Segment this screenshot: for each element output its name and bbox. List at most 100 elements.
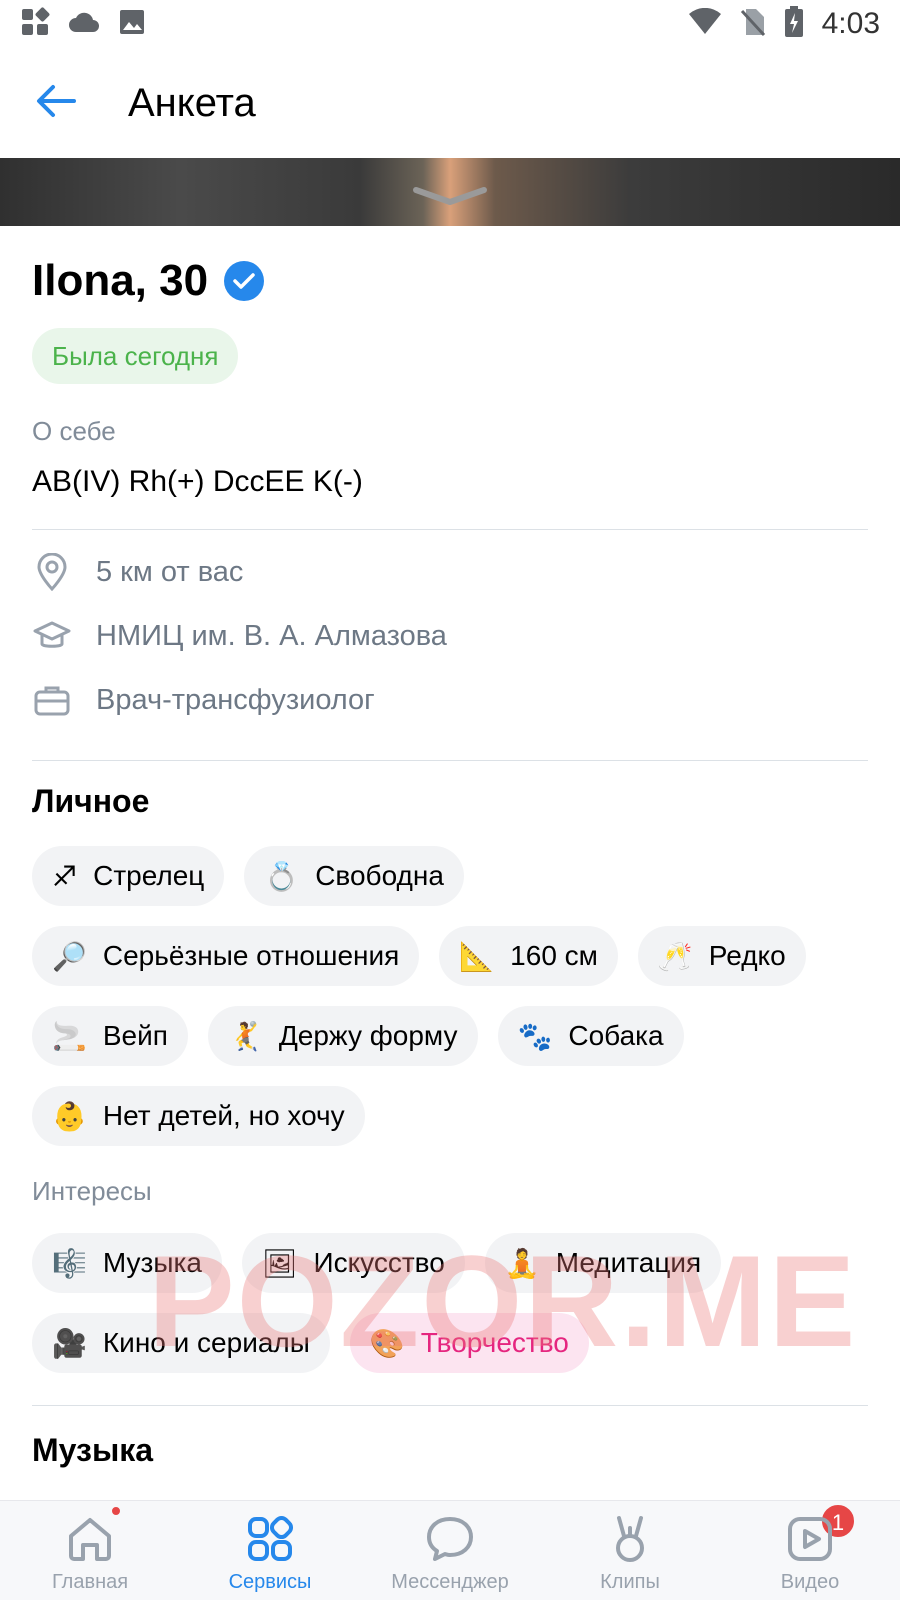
chip-interest-creativity[interactable]: 🎨 Творчество [349, 1313, 589, 1373]
home-icon [64, 1513, 116, 1565]
video-icon [784, 1513, 836, 1565]
divider [32, 1405, 868, 1406]
location-pin-icon [32, 552, 72, 592]
chip-label: Медитация [555, 1247, 702, 1278]
ring-icon: 💍 [264, 859, 300, 893]
nav-clips-label: Клипы [600, 1571, 660, 1593]
sport-icon: 🤾 [227, 1019, 263, 1053]
ruler-icon: 📐 [459, 939, 495, 973]
bottom-navigation: Главная Сервисы Мессенджер 1 Клипы Видео [0, 1500, 900, 1600]
status-bar-right-icons: 4:03 [688, 5, 880, 43]
chip-relationship-status[interactable]: 💍 Свободна [244, 846, 464, 906]
chip-label: Искусство [313, 1247, 445, 1278]
chip-children[interactable]: 👶 Нет детей, но хочу [32, 1086, 365, 1146]
briefcase-icon [32, 680, 72, 720]
services-grid-icon [244, 1513, 296, 1565]
chip-label: Держу форму [278, 1020, 458, 1051]
divider [32, 529, 868, 530]
baby-icon: 👶 [52, 1099, 87, 1133]
meditation-icon: 🧘 [504, 1246, 540, 1280]
chip-label: Серьёзные отношения [102, 940, 400, 971]
image-icon [118, 8, 146, 41]
chip-label: Собака [568, 1020, 664, 1051]
nav-home-label: Главная [51, 1571, 129, 1593]
clips-icon [604, 1513, 656, 1565]
picture-icon: 🖼 [261, 1246, 298, 1280]
nav-video-label: Видео [780, 1571, 840, 1593]
chip-interest-movies[interactable]: 🎥 Кино и сериалы [32, 1313, 330, 1373]
chip-looking-for[interactable]: 🔎 Серьёзные отношения [32, 926, 420, 986]
paw-icon: 🐾 [517, 1019, 553, 1053]
chat-bubble-icon [424, 1513, 476, 1565]
info-job: Врач-трансфузиолог [32, 668, 868, 732]
back-arrow-icon [36, 84, 76, 123]
profile-name: Ilona, 30 [32, 256, 209, 305]
chip-zodiac[interactable]: ♐ Стрелец [32, 846, 225, 906]
chevron-down-icon[interactable] [410, 184, 490, 213]
divider [32, 760, 868, 761]
chip-label: Свободна [315, 860, 444, 891]
chip-interest-art[interactable]: 🖼 Искусство [241, 1233, 465, 1293]
clock: 4:03 [821, 7, 880, 40]
chip-label: Музыка [102, 1247, 202, 1278]
education-text: НМИЦ им. В. А. Алмазова [96, 619, 447, 652]
nav-clips[interactable]: Клипы [540, 1501, 720, 1600]
info-distance: 5 км от вас [32, 540, 868, 604]
personal-chips: ♐ Стрелец 💍 Свободна 🔎 Серьёзные отношения … [32, 846, 868, 1146]
chip-sport[interactable]: 🤾 Держу форму [207, 1006, 478, 1066]
palette-icon: 🎨 [369, 1326, 405, 1360]
chip-label: Нет детей, но хочу [102, 1100, 345, 1131]
app-header: Анкета [0, 48, 900, 158]
chip-label: Творчество [420, 1327, 569, 1358]
apps-icon [20, 7, 50, 42]
info-list: 5 км от вас НМИЦ им. В. А. Алмазова Врач… [32, 540, 868, 732]
no-sim-icon [740, 7, 766, 42]
online-status-badge: Была сегодня [32, 328, 239, 384]
profile-content: Ilona, 30 Была сегодня О себе AB(IV) Rh(… [0, 226, 900, 1469]
nav-services[interactable]: Сервисы [180, 1501, 360, 1600]
chip-label: Стрелец [93, 860, 205, 891]
chip-label: Вейп [102, 1020, 168, 1051]
personal-section-title: Личное [32, 783, 150, 819]
notification-dot [110, 1505, 122, 1517]
chip-label: Редко [708, 940, 786, 971]
glasses-icon: 🥂 [657, 939, 693, 973]
movie-camera-icon: 🎥 [52, 1326, 87, 1360]
nav-services-label: Сервисы [228, 1571, 312, 1593]
job-text: Врач-трансфузиолог [96, 683, 375, 716]
page-title: Анкета [128, 80, 256, 125]
cigarette-icon: 🚬 [52, 1019, 87, 1053]
chip-pets[interactable]: 🐾 Собака [497, 1006, 684, 1066]
cloud-icon [68, 10, 100, 39]
sagittarius-icon: ♐ [52, 859, 78, 893]
music-icon: 🎼 [52, 1246, 87, 1280]
distance-text: 5 км от вас [96, 555, 244, 588]
battery-charging-icon [784, 5, 804, 43]
nav-video[interactable]: Видео [720, 1501, 900, 1600]
status-bar-left-icons [20, 7, 146, 42]
nav-messenger-label: Мессенджер [391, 1571, 509, 1593]
chip-interest-meditation[interactable]: 🧘 Медитация [484, 1233, 722, 1293]
interests-label: Интересы [32, 1176, 152, 1206]
magnifier-icon: 🔎 [52, 939, 87, 973]
wifi-icon [688, 7, 722, 41]
chip-height[interactable]: 📐 160 см [439, 926, 618, 986]
chip-alcohol[interactable]: 🥂 Редко [637, 926, 806, 986]
status-bar: 4:03 [0, 0, 900, 48]
about-label: О себе [32, 416, 116, 446]
chip-smoking[interactable]: 🚬 Вейп [32, 1006, 188, 1066]
chip-label: Кино и сериалы [102, 1327, 310, 1358]
nav-messenger[interactable]: Мессенджер 1 [360, 1501, 856, 1600]
info-education: НМИЦ им. В. А. Алмазова [32, 604, 868, 668]
interests-chips: 🎼 Музыка 🖼 Искусство 🧘 Медитация 🎥 Кино и се… [32, 1233, 868, 1373]
verified-icon [224, 261, 265, 301]
chip-label: 160 см [510, 940, 598, 971]
about-text: AB(IV) Rh(+) DccEE K(-) [32, 465, 363, 498]
back-button[interactable] [0, 48, 112, 158]
name-row: Ilona, 30 [32, 256, 868, 306]
profile-photo[interactable] [0, 158, 900, 226]
graduation-cap-icon [32, 616, 72, 656]
music-section-title: Музыка [32, 1432, 154, 1468]
nav-home[interactable]: Главная [0, 1501, 180, 1600]
chip-interest-music[interactable]: 🎼 Музыка [32, 1233, 222, 1293]
